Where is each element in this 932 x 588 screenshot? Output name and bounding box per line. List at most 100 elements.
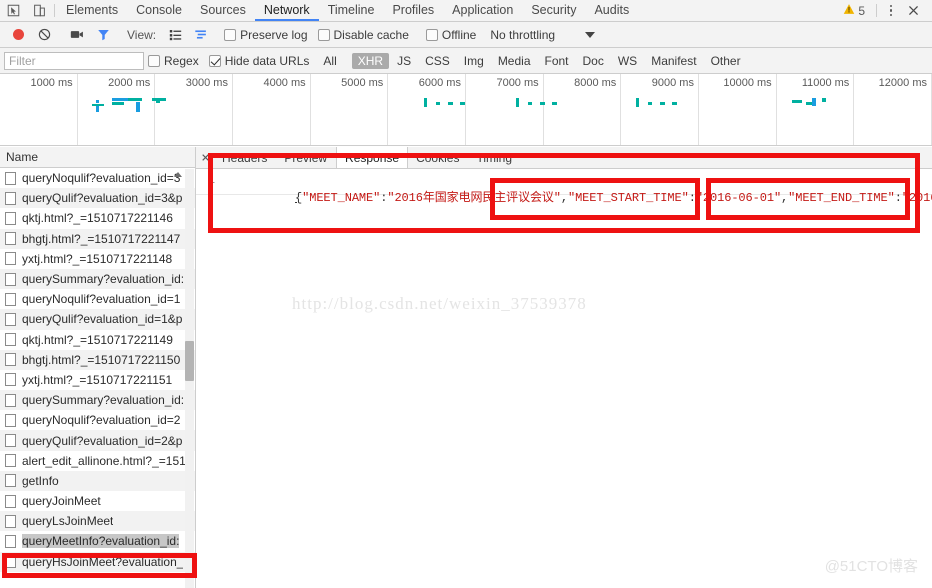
overview-request-mark (448, 102, 453, 105)
tab-response[interactable]: Response (336, 147, 409, 168)
request-list-item[interactable]: queryQulif?evaluation_id=3&p (0, 188, 195, 209)
document-icon (5, 353, 16, 367)
network-overview-timeline[interactable]: 1000 ms 2000 ms 3000 ms 4000 ms 5000 ms 6000 … (0, 74, 932, 146)
list-view-icon[interactable] (163, 24, 187, 46)
type-filter-ws[interactable]: WS (612, 53, 643, 69)
clear-icon[interactable] (32, 24, 56, 46)
panel-tab-security[interactable]: Security (522, 0, 585, 21)
document-icon (5, 373, 16, 387)
request-list-item[interactable]: querySummary?evaluation_id: (0, 390, 195, 411)
request-list-item[interactable]: yxtj.html?_=1510717221151 (0, 369, 195, 391)
panel-tab-application[interactable]: Application (443, 0, 522, 21)
json-value-meet-start-time: "2016-06-01" (695, 191, 782, 205)
overview-request-mark (822, 98, 826, 102)
response-body[interactable]: 1 {"MEET_NAME":"2016年国家电网民主评议会议","MEET_S… (196, 169, 932, 588)
document-icon (5, 534, 16, 548)
offline-checkbox[interactable]: Offline (424, 28, 482, 42)
type-filter-img[interactable]: Img (458, 53, 490, 69)
tab-timing[interactable]: Timing (468, 147, 521, 168)
panel-tab-sources[interactable]: Sources (191, 0, 255, 21)
warning-counter[interactable]: 5 (837, 3, 871, 18)
device-toolbar-icon[interactable] (26, 0, 52, 21)
record-button-icon[interactable] (6, 24, 30, 46)
filter-input[interactable] (4, 51, 144, 70)
tab-preview[interactable]: Preview (276, 147, 336, 168)
request-list-item[interactable]: yxtj.html?_=1510717221148 (0, 248, 195, 269)
request-list-item[interactable]: querySummary?evaluation_id: (0, 268, 195, 290)
type-filter-all[interactable]: All (317, 53, 342, 69)
request-name-label: queryJoinMeet (22, 494, 101, 509)
panel-tab-network[interactable]: Network (254, 0, 319, 21)
request-list-item[interactable]: alert_edit_allinone.html?_=151 (0, 450, 195, 471)
request-list-item[interactable]: queryNoqulif?evaluation_id=2 (0, 410, 195, 431)
funnel-icon[interactable] (91, 24, 115, 46)
ruler-tick-label: 7000 ms (496, 77, 539, 89)
type-filter-css[interactable]: CSS (419, 53, 456, 69)
view-label: View: (127, 27, 157, 42)
request-list-item[interactable]: queryQulif?evaluation_id=1&p (0, 309, 195, 330)
overview-request-mark (460, 102, 465, 105)
panel-tab-console[interactable]: Console (127, 0, 191, 21)
response-json-text[interactable]: {"MEET_NAME":"2016年国家电网民主评议会议","MEET_STA… (220, 169, 932, 219)
document-icon (5, 171, 16, 185)
request-list-item[interactable]: queryLsJoinMeet (0, 511, 195, 532)
request-list-item[interactable]: qktj.html?_=1510717221149 (0, 329, 195, 350)
type-filter-other[interactable]: Other (705, 53, 747, 69)
panel-tab-timeline[interactable]: Timeline (319, 0, 384, 21)
close-icon[interactable] (196, 147, 214, 168)
ruler-tick: 3000 ms (155, 74, 233, 145)
ruler-tick: 4000 ms (233, 74, 311, 145)
type-filter-manifest[interactable]: Manifest (645, 53, 702, 69)
filter-bar: Regex Hide data URLs All XHR JS CSS Img … (0, 48, 932, 74)
panel-tab-audits[interactable]: Audits (585, 0, 638, 21)
request-list-item[interactable]: queryMeetInfo?evaluation_id: (0, 531, 195, 552)
request-list[interactable]: queryNoqulif?evaluation_id=3 queryQulif?e… (0, 168, 195, 588)
type-filter-font[interactable]: Font (539, 53, 575, 69)
request-list-item[interactable]: queryJoinMeet (0, 491, 195, 512)
overview-request-mark (156, 100, 160, 103)
request-list-item[interactable]: getInfo (0, 470, 195, 491)
json-value-meet-name: "2016年国家电网民主评议会议" (387, 191, 561, 205)
request-list-item[interactable]: qktj.html?_=1510717221146 (0, 208, 195, 229)
disable-cache-label: Disable cache (333, 27, 409, 42)
preserve-log-checkbox[interactable]: Preserve log (222, 28, 313, 42)
tab-cookies[interactable]: Cookies (408, 147, 468, 168)
request-list-item[interactable]: queryHsJoinMeet?evaluation_ (0, 551, 195, 572)
panel-tab-label: Elements (66, 2, 119, 17)
request-list-item[interactable]: bhgtj.html?_=1510717221147 (0, 228, 195, 249)
type-filter-xhr[interactable]: XHR (351, 52, 390, 69)
close-icon[interactable] (900, 4, 926, 17)
overview-request-mark (672, 102, 677, 105)
overview-request-mark (424, 98, 427, 107)
regex-checkbox[interactable]: Regex (146, 54, 205, 68)
request-list-item[interactable]: queryNoqulif?evaluation_id=3 (0, 168, 195, 189)
request-list-item[interactable]: queryQulif?evaluation_id=2&p (0, 430, 195, 451)
tab-headers[interactable]: Headers (214, 147, 276, 168)
type-filter-media[interactable]: Media (492, 53, 537, 69)
panel-tab-label: Console (136, 2, 182, 17)
column-header-name[interactable]: Name (0, 147, 195, 168)
more-options-icon[interactable] (882, 4, 900, 17)
camera-icon[interactable] (65, 24, 89, 46)
request-list-scrollbar[interactable] (185, 169, 194, 588)
hide-data-urls-checkbox[interactable]: Hide data URLs (207, 54, 316, 68)
panel-tab-profiles[interactable]: Profiles (383, 0, 443, 21)
preserve-log-label: Preserve log (240, 27, 308, 42)
request-list-item[interactable]: bhgtj.html?_=1510717221150 (0, 349, 195, 370)
disable-cache-checkbox[interactable]: Disable cache (316, 28, 415, 42)
overview-request-mark (112, 98, 128, 101)
request-list-item[interactable]: queryNoqulif?evaluation_id=1 (0, 289, 195, 310)
toolbar-divider (54, 4, 55, 17)
type-filter-js[interactable]: JS (391, 53, 417, 69)
throttling-value: No throttling (490, 27, 556, 42)
waterfall-view-icon[interactable] (189, 24, 213, 46)
throttling-dropdown[interactable]: No throttling (484, 27, 596, 42)
document-icon (5, 494, 16, 508)
type-filter-doc[interactable]: Doc (577, 53, 610, 69)
ruler-tick-label: 1000 ms (30, 77, 73, 89)
panel-tab-elements[interactable]: Elements (57, 0, 127, 21)
scrollbar-thumb[interactable] (185, 341, 194, 381)
inspect-cursor-icon[interactable] (0, 0, 26, 21)
document-icon (5, 252, 16, 266)
response-code-line: 1 {"MEET_NAME":"2016年国家电网民主评议会议","MEET_S… (196, 169, 932, 205)
